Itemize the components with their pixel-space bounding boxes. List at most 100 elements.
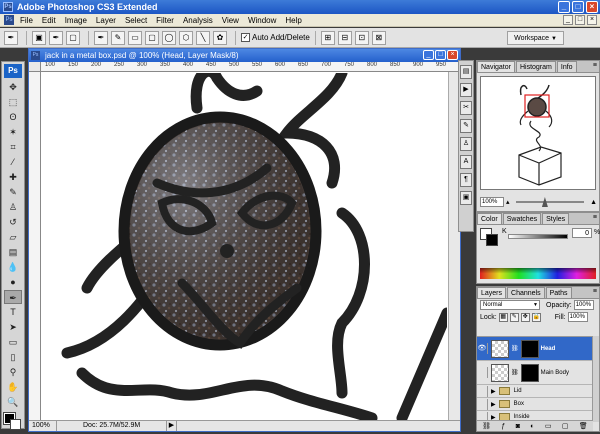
pen-tool-icon[interactable]: ✒ — [4, 290, 22, 304]
eye-icon[interactable] — [477, 367, 488, 378]
panel-menu-icon[interactable]: ≡ — [593, 214, 597, 221]
color-swatches[interactable] — [3, 412, 22, 431]
layer-comps-icon[interactable]: ▣ — [460, 191, 472, 205]
ruler-origin[interactable] — [29, 62, 41, 72]
brush-tool-icon[interactable]: ✎ — [4, 185, 22, 199]
color-background-swatch[interactable] — [486, 234, 498, 246]
panel-menu-icon[interactable]: ≡ — [593, 288, 597, 295]
shape-layers-icon[interactable]: ▣ — [32, 30, 46, 45]
pen-tool-icon[interactable]: ✒ — [94, 30, 108, 45]
fill-input[interactable]: 100% — [567, 312, 588, 322]
document-titlebar[interactable]: Ps jack in a metal box.psd @ 100% (Head,… — [29, 49, 460, 62]
menu-analysis[interactable]: Analysis — [183, 16, 213, 25]
lock-image-icon[interactable]: ✎ — [509, 312, 519, 322]
menu-file[interactable]: File — [20, 16, 33, 25]
zoom-slider-handle[interactable] — [541, 197, 548, 207]
zoom-in-icon[interactable]: ▲ — [590, 199, 597, 206]
path-selection-tool-icon[interactable]: ➤ — [4, 320, 22, 334]
chain-link-icon[interactable]: ⛓ — [511, 369, 519, 376]
close-button[interactable]: × — [586, 1, 598, 13]
fill-pixels-icon[interactable]: ▢ — [66, 30, 80, 45]
rounded-rectangle-icon[interactable]: ▢ — [145, 30, 159, 45]
expand-arrow-icon[interactable]: ▶ — [491, 388, 496, 395]
vertical-ruler[interactable] — [29, 72, 41, 422]
layer-mask-thumbnail[interactable] — [520, 339, 539, 358]
move-tool-icon[interactable]: ✥ — [4, 80, 22, 94]
hand-tool-icon[interactable]: ✋ — [4, 380, 22, 394]
new-layer-icon[interactable]: ▢ — [562, 422, 569, 430]
lock-transparency-icon[interactable]: ▦ — [498, 312, 508, 322]
lock-all-icon[interactable]: 🔒 — [531, 312, 541, 322]
freeform-pen-icon[interactable]: ✎ — [111, 30, 125, 45]
paragraph-panel-icon[interactable]: ¶ — [460, 173, 472, 187]
clone-stamp-tool-icon[interactable]: ♙ — [4, 200, 22, 214]
dodge-tool-icon[interactable]: ● — [4, 275, 22, 289]
history-brush-tool-icon[interactable]: ↺ — [4, 215, 22, 229]
path-add-icon[interactable]: ⊞ — [320, 30, 335, 45]
eraser-tool-icon[interactable]: ▱ — [4, 230, 22, 244]
zoom-out-icon[interactable]: ▴ — [506, 198, 510, 206]
path-intersect-icon[interactable]: ⊡ — [354, 30, 369, 45]
magic-wand-tool-icon[interactable]: ✶ — [4, 125, 22, 139]
tab-histogram[interactable]: Histogram — [515, 61, 556, 72]
photoshop-menu-icon[interactable]: Ps — [4, 15, 14, 25]
mask-icon[interactable]: ◙ — [516, 423, 520, 430]
polygon-icon[interactable]: ⬡ — [179, 30, 193, 45]
panel-menu-icon[interactable]: ≡ — [593, 62, 597, 69]
auto-add-delete-checkbox[interactable]: ✓ — [241, 33, 250, 42]
custom-shape-icon[interactable]: ✿ — [213, 30, 227, 45]
trash-icon[interactable]: 🗑 — [579, 422, 588, 430]
character-panel-icon[interactable]: A — [460, 155, 472, 169]
tab-color[interactable]: Color — [477, 213, 502, 224]
brushes-panel-icon[interactable]: ✎ — [460, 119, 472, 133]
lasso-tool-icon[interactable]: ʘ — [4, 110, 22, 124]
navigator-thumbnail[interactable] — [480, 76, 596, 190]
zoom-slider[interactable] — [515, 197, 585, 207]
gradient-tool-icon[interactable]: ▤ — [4, 245, 22, 259]
notes-tool-icon[interactable]: ▯ — [4, 350, 22, 364]
lock-position-icon[interactable]: ✥ — [520, 312, 530, 322]
status-menu-icon[interactable]: ▶ — [167, 421, 177, 431]
path-subtract-icon[interactable]: ⊟ — [337, 30, 352, 45]
tab-info[interactable]: Info — [556, 61, 577, 72]
opacity-input[interactable]: 100% — [573, 300, 594, 310]
link-icon[interactable]: ⛓ — [482, 422, 491, 430]
document-minimize-button[interactable]: _ — [423, 50, 434, 60]
menu-image[interactable]: Image — [65, 16, 87, 25]
doc-minimize-button[interactable]: _ — [563, 15, 573, 25]
zoom-level[interactable]: 100% — [29, 421, 57, 431]
color-ramp[interactable] — [480, 268, 596, 279]
eye-icon[interactable] — [477, 398, 488, 410]
restore-button[interactable]: □ — [572, 1, 584, 13]
chain-link-icon[interactable]: ⛓ — [511, 345, 519, 352]
marquee-tool-icon[interactable]: ⬚ — [4, 95, 22, 109]
doc-close-button[interactable]: × — [587, 15, 597, 25]
doc-restore-button[interactable]: □ — [575, 15, 585, 25]
tab-layers[interactable]: Layers — [477, 287, 507, 298]
k-slider[interactable] — [508, 234, 568, 239]
tab-paths[interactable]: Paths — [545, 287, 572, 298]
menu-window[interactable]: Window — [248, 16, 276, 25]
clone-source-icon[interactable]: ♙ — [460, 137, 472, 151]
eye-icon[interactable] — [477, 385, 488, 397]
layer-row-main-body[interactable]: ⛓ Main Body — [477, 361, 593, 385]
slice-tool-icon[interactable]: ⁄ — [4, 155, 22, 169]
layer-mask-thumbnail[interactable] — [520, 363, 539, 382]
tab-navigator[interactable]: Navigator — [477, 61, 515, 72]
tool-preset-icon[interactable]: ✒ — [4, 30, 18, 45]
eyedropper-tool-icon[interactable]: ⚲ — [4, 365, 22, 379]
rectangle-icon[interactable]: ▭ — [128, 30, 142, 45]
layer-group-lid[interactable]: ▶ Lid — [477, 385, 593, 398]
layer-row-head[interactable]: 👁 ⛓ Head — [477, 337, 593, 361]
tool-presets-icon[interactable]: ✂ — [460, 101, 472, 115]
blend-mode-select[interactable]: Normal ▼ — [480, 300, 540, 310]
menu-select[interactable]: Select — [125, 16, 147, 25]
tab-swatches[interactable]: Swatches — [502, 213, 542, 224]
expand-arrow-icon[interactable]: ▶ — [491, 401, 496, 408]
eye-icon[interactable]: 👁 — [477, 343, 488, 354]
document-canvas[interactable] — [42, 73, 447, 420]
tab-channels[interactable]: Channels — [507, 287, 545, 298]
layers-scrollbar[interactable] — [592, 336, 599, 422]
shape-tool-icon[interactable]: ▭ — [4, 335, 22, 349]
menu-edit[interactable]: Edit — [42, 16, 56, 25]
